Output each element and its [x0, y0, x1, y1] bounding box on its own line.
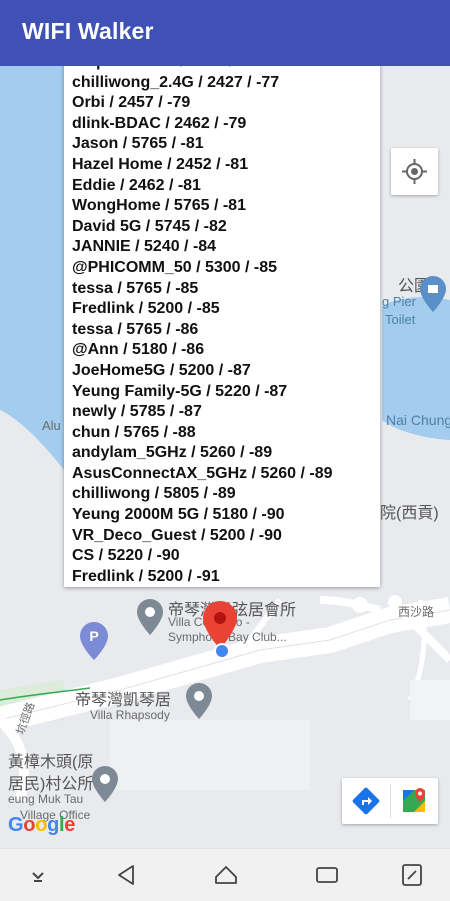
map-label-pier: g Pier [382, 294, 416, 309]
wifi-list-item[interactable]: tessa / 5765 / -86 [72, 320, 333, 341]
wifi-list-item[interactable]: JANNIE / 5240 / -84 [72, 237, 333, 258]
map-label-toilet: Toilet [385, 312, 416, 327]
wifi-list-item[interactable]: AsusConnectAX_5GHz / 5260 / -89 [72, 464, 333, 485]
wifi-results-panel[interactable]: ctopia5G2.4G / 2462 / -78 chilliwong_2.4… [64, 60, 380, 587]
wifi-list-item[interactable]: CS / 5220 / -90 [72, 546, 333, 567]
map-label-village-en-1: eung Muk Tau [8, 792, 84, 806]
map-label-sai-sha-rd: 西沙路 [398, 605, 435, 619]
google-logo-letter: o [23, 814, 36, 836]
wifi-list-item[interactable]: andylam_5GHz / 5260 / -89 [72, 443, 333, 464]
wifi-list-item[interactable]: Eddie / 2462 / -81 [72, 176, 333, 197]
wifi-list-item[interactable]: WongHome / 5765 / -81 [72, 196, 333, 217]
map-label-village-cn-2: 居民)村公所 [8, 776, 94, 793]
recents-icon[interactable] [313, 861, 341, 889]
back-icon[interactable] [113, 861, 141, 889]
wifi-list-item[interactable]: tessa / 5765 / -85 [72, 279, 333, 300]
home-icon[interactable] [212, 861, 240, 889]
wifi-list-item[interactable]: newly / 5785 / -87 [72, 402, 333, 423]
directions-icon [352, 787, 380, 815]
open-in-maps-button[interactable] [390, 778, 438, 824]
poi-marker-village-icon[interactable] [92, 766, 118, 802]
hide-keyboard-icon[interactable] [24, 861, 52, 889]
poi-marker-rhapsody-icon[interactable] [186, 683, 212, 719]
map-label-nai-chung: Nai Chung [386, 412, 450, 428]
app-bar: WIFI Walker [0, 0, 450, 66]
my-location-button[interactable] [391, 148, 438, 195]
wifi-list-item[interactable]: dlink-BDAC / 2462 / -79 [72, 114, 333, 135]
system-nav-bar [0, 848, 450, 901]
poi-marker-club-icon[interactable] [137, 599, 163, 635]
map-label-alu: Alu [42, 418, 61, 433]
my-location-icon [402, 159, 427, 184]
google-logo-letter: e [64, 814, 76, 836]
wifi-list-item[interactable]: Jason / 5765 / -81 [72, 134, 333, 155]
wifi-list-item[interactable]: chilliwong / 5805 / -89 [72, 484, 333, 505]
current-location-dot-icon [214, 643, 230, 659]
wifi-list-item[interactable]: VR_Deco_Guest / 5200 / -90 [72, 526, 333, 547]
wifi-list-item[interactable]: Yeung 2000M 5G / 5180 / -90 [72, 505, 333, 526]
directions-button[interactable] [342, 778, 390, 824]
map-label-rhapsody-cn: 帝琴灣凱琴居 [75, 692, 172, 709]
wifi-list-item[interactable]: @Ann / 5180 / -86 [72, 340, 333, 361]
wifi-list-item[interactable]: Orbi / 2457 / -79 [72, 93, 333, 114]
wifi-list-item[interactable]: Fredlink / 5200 / -85 [72, 299, 333, 320]
wifi-list-item[interactable]: chun / 5765 / -88 [72, 423, 333, 444]
map-toolbar [342, 778, 438, 824]
poi-marker-park-icon[interactable] [420, 276, 446, 312]
map-label-village-cn-1: 黃樟木頭(原 [8, 754, 94, 771]
map-label-yuen: 院(西貢) [380, 505, 439, 522]
svg-text:P: P [89, 628, 98, 644]
google-logo-letter: o [35, 814, 48, 836]
map-label-rhapsody-en: Villa Rhapsody [90, 708, 170, 722]
screenshot-icon[interactable] [398, 861, 426, 889]
wifi-list-item[interactable]: JoeHome5G / 5200 / -87 [72, 361, 333, 382]
parking-icon[interactable]: P [80, 622, 108, 660]
wifi-list[interactable]: ctopia5G2.4G / 2462 / -78 chilliwong_2.4… [72, 60, 333, 587]
google-logo-letter: G [8, 814, 24, 836]
wifi-list-item[interactable]: @PHICOMM_50 / 5300 / -85 [72, 258, 333, 279]
app-title: WIFI Walker [22, 18, 154, 44]
wifi-list-item[interactable]: Fredlink / 5200 / -91 [72, 567, 333, 587]
wifi-list-item[interactable]: Hazel Home / 2452 / -81 [72, 155, 333, 176]
wifi-list-item[interactable]: Yeung Family-5G / 5220 / -87 [72, 382, 333, 403]
wifi-list-item[interactable]: chilliwong_2.4G / 2427 / -77 [72, 73, 333, 94]
google-logo-letter: g [47, 814, 60, 836]
wifi-list-item[interactable]: David 5G / 5745 / -82 [72, 217, 333, 238]
google-logo: Google [8, 814, 75, 837]
google-maps-icon [403, 788, 425, 812]
